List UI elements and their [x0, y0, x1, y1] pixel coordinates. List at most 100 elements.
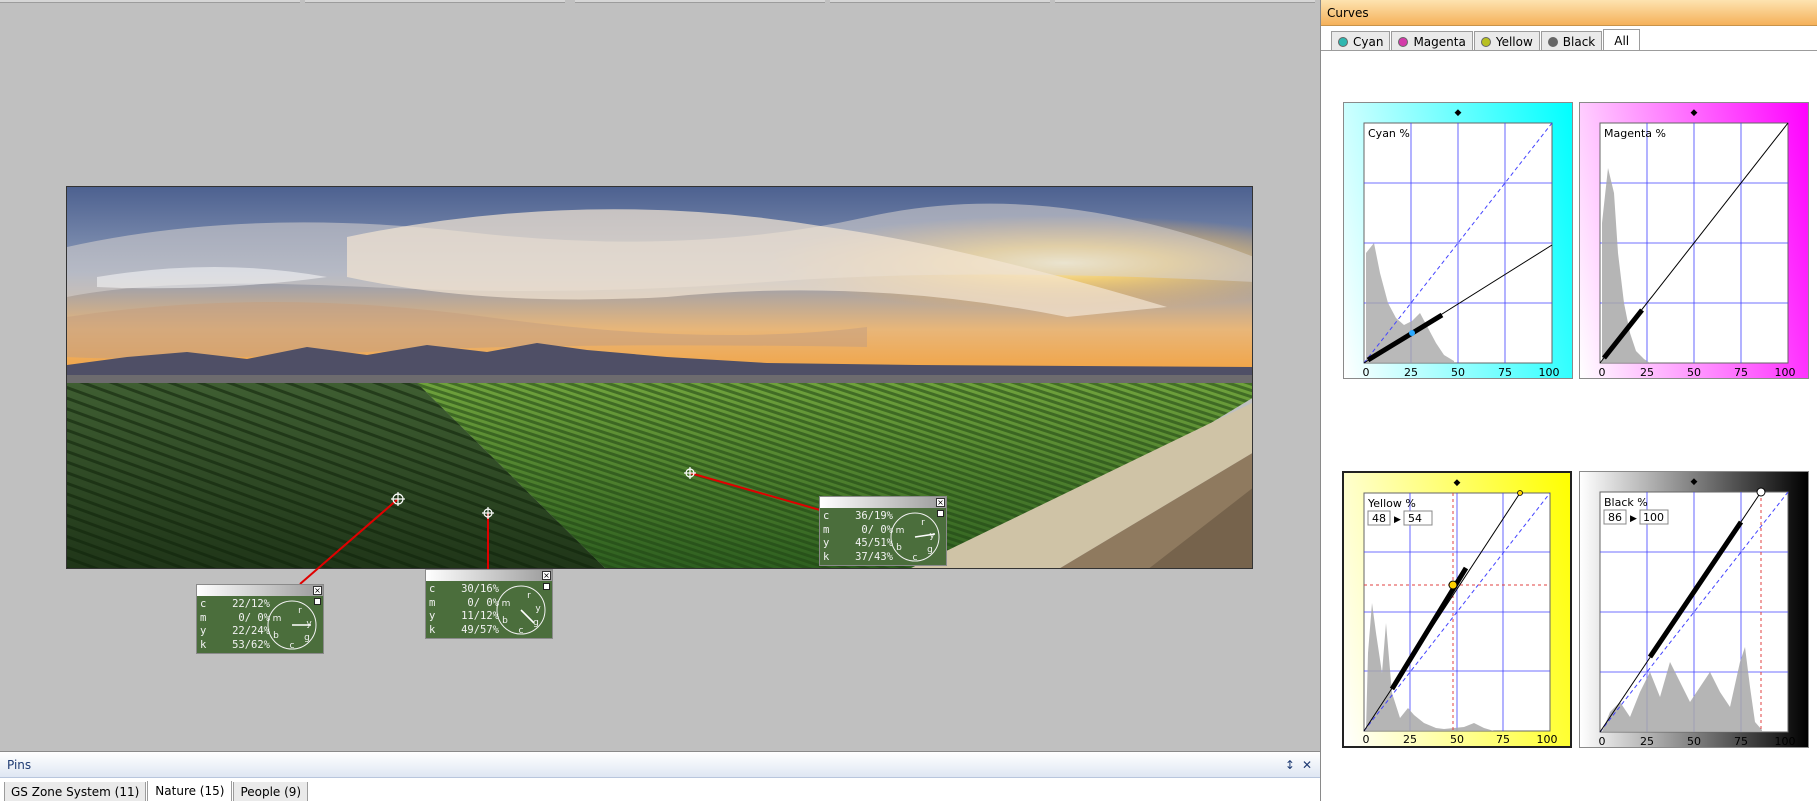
image-canvas[interactable]: × c 22/12% m 0/ 0% y 22/24% k 53/62% r y g c… [0, 3, 1320, 751]
svg-text:100: 100 [1643, 511, 1664, 524]
pin-row-m: m 0/ 0% [823, 523, 893, 536]
svg-text:75: 75 [1498, 366, 1512, 378]
curves-panel: Curves Cyan Magenta Yellow Black All ◆ C… [1320, 0, 1817, 801]
magenta-curve-graph[interactable]: ◆ Magenta % 0 25 50 75 100 [1579, 102, 1809, 379]
pin-panel-icon[interactable]: ↕ [1285, 752, 1295, 778]
svg-text:50: 50 [1450, 733, 1464, 746]
pin-row-k: k 37/43% [823, 550, 893, 563]
svg-text:50: 50 [1687, 735, 1701, 747]
tab-cyan[interactable]: Cyan [1331, 31, 1391, 51]
curves-tab-strip: Cyan Magenta Yellow Black All [1331, 29, 1641, 51]
panorama-photo[interactable] [66, 186, 1253, 569]
svg-text:r: r [921, 518, 925, 528]
pin-row-k: k 49/57% [429, 623, 499, 636]
cyan-curve-graph[interactable]: ◆ Cyan % 0 25 50 75 100 [1343, 102, 1573, 379]
yellow-dot-icon [1480, 36, 1491, 47]
svg-text:▶: ▶ [1394, 515, 1401, 525]
svg-text:b: b [273, 631, 279, 641]
svg-text:48: 48 [1372, 512, 1386, 525]
tab-nature[interactable]: Nature (15) [147, 781, 233, 801]
black-dot-icon [1547, 36, 1558, 47]
pin-row-m: m 0/ 0% [429, 596, 499, 609]
svg-text:m: m [896, 526, 905, 536]
photo-illustration [67, 187, 1252, 568]
color-wheel-icon: r y g c b m [496, 585, 546, 636]
pin-row-m: m 0/ 0% [200, 611, 270, 624]
svg-text:r: r [298, 606, 302, 616]
tab-gs-zone-system[interactable]: GS Zone System (11) [4, 782, 147, 801]
pins-panel: Pins ↕ ✕ GS Zone System (11) Nature (15)… [0, 751, 1320, 801]
pin-title-bar[interactable]: × [197, 585, 323, 596]
channel-handle-icon: ◆ [1454, 478, 1461, 488]
tab-people[interactable]: People (9) [233, 782, 309, 801]
svg-text:25: 25 [1640, 735, 1654, 747]
pin-close-button[interactable]: × [542, 571, 551, 580]
svg-text:86: 86 [1608, 511, 1622, 524]
pin-close-button[interactable]: × [313, 586, 322, 595]
svg-text:c: c [913, 553, 918, 563]
pin-readout-2[interactable]: × c 30/16% m 0/ 0% y 11/12% k 49/57% r y g c… [425, 569, 553, 639]
svg-text:100: 100 [1539, 366, 1560, 378]
curves-panel-title: Curves [1321, 0, 1817, 26]
svg-text:c: c [290, 641, 295, 651]
pin-row-y: y 45/51% [823, 537, 893, 549]
svg-text:m: m [502, 599, 511, 609]
pin-title-bar[interactable]: × [820, 497, 946, 508]
magenta-dot-icon [1398, 36, 1409, 47]
svg-text:c: c [519, 626, 524, 636]
svg-text:54: 54 [1408, 512, 1422, 525]
pin-row-k: k 53/62% [200, 638, 270, 651]
svg-text:75: 75 [1734, 735, 1748, 747]
close-panel-icon[interactable]: ✕ [1302, 752, 1312, 778]
pin-title-bar[interactable]: × [426, 570, 552, 581]
svg-text:75: 75 [1734, 366, 1748, 378]
pins-tab-strip: GS Zone System (11) Nature (15) People (… [4, 781, 309, 801]
svg-text:25: 25 [1403, 733, 1417, 746]
svg-text:25: 25 [1640, 366, 1654, 378]
pin-row-y: y 11/12% [429, 610, 499, 622]
svg-text:100: 100 [1775, 366, 1796, 378]
tab-all[interactable]: All [1603, 29, 1641, 51]
pin-readout-1[interactable]: × c 22/12% m 0/ 0% y 22/24% k 53/62% r y g c… [196, 584, 324, 654]
tab-magenta[interactable]: Magenta [1391, 31, 1473, 51]
channel-handle-icon: ◆ [1691, 477, 1698, 487]
svg-text:y: y [929, 531, 935, 541]
svg-text:100: 100 [1537, 733, 1558, 746]
yellow-curve-graph[interactable]: ◆ Yellow % 48 ▶ 54 0 25 50 75 100 [1342, 471, 1572, 748]
black-curve-graph[interactable]: ◆ Black % 86 ▶ 100 0 25 50 75 100 [1579, 471, 1809, 748]
svg-text:▶: ▶ [1630, 514, 1637, 524]
pin-close-button[interactable]: × [936, 498, 945, 507]
pins-panel-header: Pins ↕ ✕ [0, 752, 1320, 778]
tab-yellow[interactable]: Yellow [1473, 31, 1540, 51]
channel-handle-icon: ◆ [1455, 108, 1462, 118]
color-wheel-icon: r y g c b m [267, 600, 317, 651]
svg-text:Yellow %: Yellow % [1367, 497, 1416, 510]
svg-text:50: 50 [1687, 366, 1701, 378]
svg-text:r: r [527, 591, 531, 601]
svg-text:25: 25 [1404, 366, 1418, 378]
svg-text:b: b [502, 616, 508, 626]
svg-text:g: g [927, 545, 933, 555]
svg-text:0: 0 [1599, 366, 1606, 378]
tab-black[interactable]: Black [1540, 31, 1603, 51]
cyan-dot-icon [1338, 36, 1348, 47]
svg-text:Magenta %: Magenta % [1604, 127, 1666, 140]
pin-row-c: c 30/16% [429, 583, 499, 595]
svg-text:y: y [306, 619, 312, 629]
svg-text:0: 0 [1363, 733, 1370, 746]
channel-handle-icon: ◆ [1691, 108, 1698, 118]
svg-text:m: m [273, 614, 282, 624]
pin-row-y: y 22/24% [200, 625, 270, 637]
svg-text:Black %: Black % [1604, 496, 1648, 509]
svg-text:g: g [304, 633, 310, 643]
svg-text:0: 0 [1599, 735, 1606, 747]
svg-text:0: 0 [1363, 366, 1370, 378]
pin-readout-3[interactable]: × c 36/19% m 0/ 0% y 45/51% k 37/43% r y g c… [819, 496, 947, 566]
svg-text:75: 75 [1496, 733, 1510, 746]
svg-text:Cyan %: Cyan % [1368, 127, 1410, 140]
svg-text:50: 50 [1451, 366, 1465, 378]
tab-divider [1321, 50, 1817, 51]
color-wheel-icon: r y g c b m [890, 512, 940, 563]
svg-text:100: 100 [1775, 735, 1796, 747]
pin-row-c: c 36/19% [823, 510, 893, 522]
